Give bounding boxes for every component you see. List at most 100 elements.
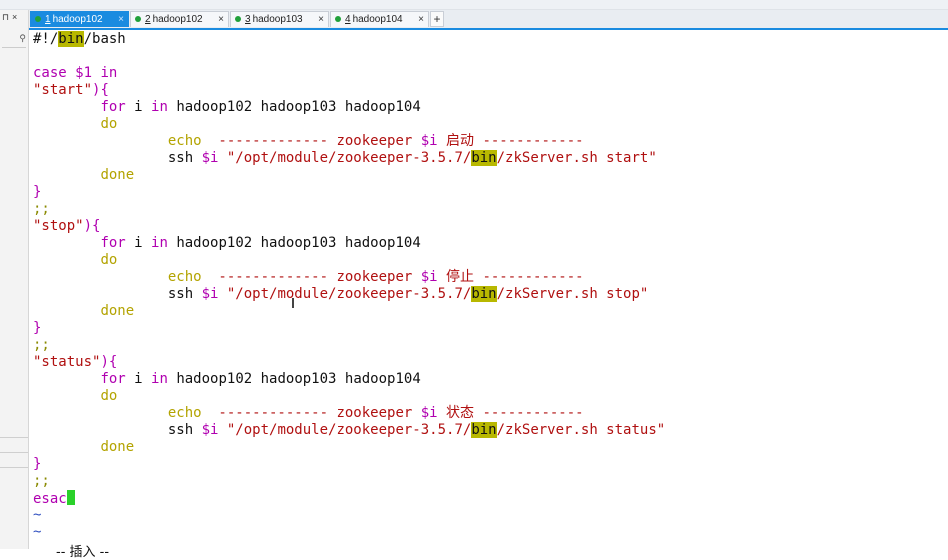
connected-status-icon <box>35 16 41 22</box>
script-line: do <box>33 116 948 133</box>
code-token: } <box>33 456 42 472</box>
pin-icon[interactable]: ⊓ <box>2 12 9 22</box>
script-line: echo ------------- zookeeper $i 启动 -----… <box>33 133 948 150</box>
add-tab-button[interactable]: + <box>430 11 444 27</box>
script-line: ~ <box>33 507 948 524</box>
code-token: in <box>151 235 168 251</box>
code-token: hadoop102 hadoop103 hadoop104 <box>167 99 421 115</box>
script-line: ;; <box>33 337 948 354</box>
code-token: for <box>100 371 126 387</box>
script-line: ;; <box>33 473 948 490</box>
tab-number: 1 <box>45 14 51 25</box>
terminal-editor[interactable]: #!/bin/bash case $1 in "start"){ for i in … <box>33 31 948 541</box>
code-token: ;; <box>33 473 50 489</box>
active-tab-underline <box>29 28 948 30</box>
sidebar-search[interactable]: ⚲ <box>2 33 26 48</box>
tab-number: 2 <box>145 14 151 25</box>
tab-number: 3 <box>245 14 251 25</box>
code-token: i <box>125 371 152 387</box>
code-token: ) <box>100 354 109 370</box>
code-token: ;; <box>33 337 50 353</box>
code-token: ~ <box>33 524 42 540</box>
close-icon[interactable]: × <box>12 12 17 22</box>
code-token: ssh <box>33 286 202 302</box>
script-line: done <box>33 167 948 184</box>
code-token: hadoop102 hadoop103 hadoop104 <box>167 371 421 387</box>
code-token: "stop" <box>33 218 84 234</box>
code-token: $i <box>201 150 219 166</box>
script-line: ssh $i "/opt/module/zookeeper-3.5.7/bin/… <box>33 150 948 167</box>
code-token: ------------- zookeeper <box>201 405 421 421</box>
code-token: for <box>100 235 126 251</box>
code-token: 状态 ------------ <box>437 405 584 421</box>
tab-close-icon[interactable]: × <box>118 12 124 28</box>
code-token: /bash <box>83 31 126 47</box>
code-token: i <box>125 99 152 115</box>
tab-number: 4 <box>345 14 351 25</box>
tab-hadoop104[interactable]: 4 hadoop104 × <box>330 11 429 27</box>
code-token: 停止 ------------ <box>437 269 584 285</box>
sidebar-divider <box>0 437 28 438</box>
code-token: in <box>100 65 118 81</box>
code-token: $i <box>420 405 438 421</box>
script-line: #!/bin/bash <box>33 31 948 48</box>
tab-hadoop102-2[interactable]: 2 hadoop102 × <box>130 11 229 27</box>
code-token: $i <box>420 269 438 285</box>
code-token: done <box>100 167 135 183</box>
code-token: "/opt/module/zookeeper-3.5.7/ <box>226 422 472 438</box>
sidebar-divider <box>0 452 28 453</box>
script-line: } <box>33 456 948 473</box>
code-token: /zkServer.sh start" <box>496 150 657 166</box>
script-line <box>33 48 948 65</box>
code-token: ) <box>83 218 93 234</box>
code-token: } <box>33 184 42 200</box>
code-token: { <box>100 82 109 98</box>
tab-close-icon[interactable]: × <box>318 12 324 28</box>
code-token: 启动 ------------ <box>437 133 584 149</box>
code-token: /zkServer.sh stop" <box>496 286 649 302</box>
code-token: "/opt/module/zookeeper-3.5.7/ <box>226 150 472 166</box>
vim-mode-indicator: -- 插入 -- <box>56 545 110 560</box>
script-line: for i in hadoop102 hadoop103 hadoop104 <box>33 371 948 388</box>
sidebar-controls: ⊓ × <box>2 12 20 23</box>
code-token: bin <box>471 286 497 302</box>
code-token: echo <box>167 405 202 421</box>
code-token: ------------- zookeeper <box>201 269 421 285</box>
script-line: ssh $i "/opt/module/zookeeper-3.5.7/bin/… <box>33 422 948 439</box>
tab-close-icon[interactable]: × <box>218 12 224 28</box>
session-tab-bar: 1 hadoop102 × 2 hadoop102 × 3 hadoop103 × 4… <box>29 10 948 28</box>
connected-status-icon <box>335 16 341 22</box>
script-line: } <box>33 184 948 201</box>
tab-close-icon[interactable]: × <box>418 12 424 28</box>
search-icon[interactable]: ⚲ <box>19 33 26 43</box>
code-token: in <box>151 99 168 115</box>
script-line: "stop"){ <box>33 218 948 235</box>
code-token: /zkServer.sh status" <box>496 422 666 438</box>
code-token: i <box>125 235 152 251</box>
text-cursor <box>66 490 75 505</box>
code-token: ssh <box>33 150 202 166</box>
code-token: case <box>33 65 67 81</box>
code-token: { <box>108 354 118 370</box>
tab-hadoop103[interactable]: 3 hadoop103 × <box>230 11 329 27</box>
window-top-strip <box>0 0 948 10</box>
script-line: done <box>33 303 948 320</box>
code-token: "/opt/module/zookeeper-3.5.7/ <box>226 286 472 302</box>
tab-hadoop102-1[interactable]: 1 hadoop102 × <box>30 11 129 27</box>
mouse-text-cursor <box>292 298 294 308</box>
script-line: do <box>33 388 948 405</box>
code-token: do <box>100 116 118 132</box>
code-token: ------------- zookeeper <box>201 133 421 149</box>
